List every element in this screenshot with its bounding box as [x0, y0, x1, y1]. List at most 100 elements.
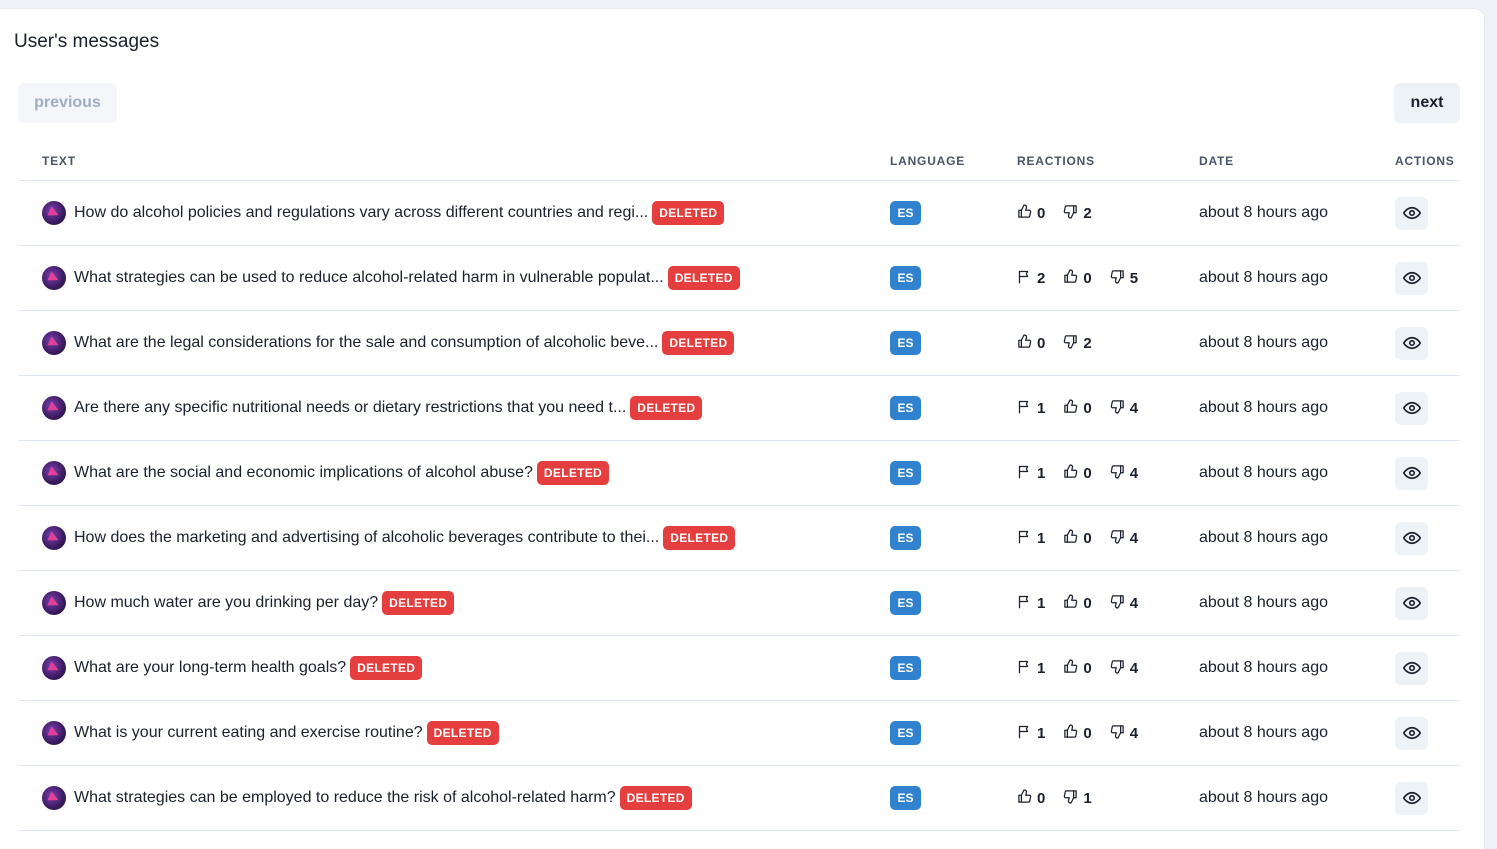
table-row[interactable]: How do alcohol policies and regulations … [18, 180, 1460, 246]
message-text[interactable]: What are your long-term health goals? [74, 659, 346, 677]
deleted-badge: DELETED [382, 591, 455, 615]
thumbs-up-icon [1063, 528, 1078, 548]
thumbs-down-count: 2 [1063, 204, 1092, 223]
eye-icon [1402, 789, 1421, 807]
cell-text: What is your current eating and exercise… [18, 700, 890, 766]
thumbs-down-count-value: 5 [1129, 269, 1139, 287]
deleted-badge: DELETED [667, 266, 740, 290]
cell-actions [1395, 700, 1460, 766]
thumbs-down-count: 4 [1110, 724, 1138, 743]
cell-text: What are the legal considerations for th… [18, 310, 890, 376]
thumbs-down-count: 2 [1063, 334, 1092, 353]
view-button[interactable] [1395, 781, 1428, 815]
message-text[interactable]: How do alcohol policies and regulations … [74, 204, 648, 222]
flag-icon [1017, 269, 1032, 288]
cell-reactions: 2 0 5 [1017, 245, 1199, 311]
eye-icon [1402, 594, 1421, 612]
cell-language: ES [890, 180, 1017, 246]
language-badge: ES [890, 201, 921, 225]
cell-language: ES [890, 245, 1017, 311]
column-header-date: DATE [1199, 141, 1395, 181]
language-badge: ES [890, 786, 921, 810]
thumbs-down-icon [1110, 269, 1125, 288]
cell-text: How much water are you drinking per day?… [18, 570, 890, 636]
table-row[interactable]: How much water are you drinking per day?… [18, 570, 1460, 636]
cell-date: about 8 hours ago [1199, 310, 1395, 376]
date-text: about 8 hours ago [1199, 659, 1328, 676]
message-text[interactable]: What are the legal considerations for th… [74, 334, 658, 352]
cell-date: about 8 hours ago [1199, 635, 1395, 701]
cell-reactions: 1 0 4 [1017, 375, 1199, 441]
eye-icon [1402, 204, 1421, 222]
thumbs-up-count: 0 [1063, 398, 1092, 418]
thumbs-up-icon [1017, 788, 1032, 808]
date-text: about 8 hours ago [1199, 594, 1328, 611]
thumbs-down-icon [1110, 724, 1125, 743]
thumbs-up-icon [1063, 463, 1078, 483]
thumbs-up-count-value: 0 [1037, 204, 1046, 222]
message-text[interactable]: What strategies can be employed to reduc… [74, 789, 616, 807]
deleted-badge: DELETED [663, 526, 736, 550]
date-text: about 8 hours ago [1199, 789, 1328, 806]
table-row[interactable]: What is your current eating and exercise… [18, 700, 1460, 766]
view-button[interactable] [1395, 586, 1428, 620]
avatar [42, 266, 66, 290]
thumbs-up-count: 0 [1063, 658, 1092, 678]
date-text: about 8 hours ago [1199, 724, 1328, 741]
view-button[interactable] [1395, 391, 1428, 425]
date-text: about 8 hours ago [1199, 464, 1328, 481]
table-row[interactable]: How does the marketing and advertising o… [18, 505, 1460, 571]
thumbs-up-count: 0 [1063, 528, 1092, 548]
view-button[interactable] [1395, 261, 1428, 295]
thumbs-down-count-value: 2 [1083, 204, 1092, 222]
deleted-badge: DELETED [619, 786, 692, 810]
message-text[interactable]: What is your current eating and exercise… [74, 724, 423, 742]
view-button[interactable] [1395, 521, 1428, 555]
next-button[interactable]: next [1394, 83, 1460, 123]
view-button[interactable] [1395, 651, 1428, 685]
message-text[interactable]: What strategies can be used to reduce al… [74, 269, 664, 287]
table-row[interactable]: What strategies can be employed to reduc… [18, 765, 1460, 831]
table-row[interactable]: What strategies can be used to reduce al… [18, 245, 1460, 311]
previous-button[interactable]: previous [18, 83, 117, 123]
thumbs-down-count-value: 1 [1083, 789, 1092, 807]
cell-reactions: 02 [1017, 310, 1199, 376]
view-button[interactable] [1395, 456, 1428, 490]
table-row[interactable]: What are the legal considerations for th… [18, 310, 1460, 376]
view-button[interactable] [1395, 326, 1428, 360]
cell-reactions: 1 0 4 [1017, 440, 1199, 506]
cell-text: What are the social and economic implica… [18, 440, 890, 506]
thumbs-down-icon [1063, 789, 1078, 808]
avatar [42, 721, 66, 745]
eye-icon [1402, 269, 1421, 287]
thumbs-down-icon [1110, 464, 1125, 483]
cell-reactions: 02 [1017, 180, 1199, 246]
table-row[interactable]: Are there any specific nutritional needs… [18, 375, 1460, 441]
flag-icon [1017, 529, 1032, 548]
date-text: about 8 hours ago [1199, 529, 1328, 546]
cell-actions [1395, 180, 1460, 246]
message-text[interactable]: What are the social and economic implica… [74, 464, 533, 482]
message-text[interactable]: How much water are you drinking per day? [74, 594, 378, 612]
table-row[interactable]: What are your long-term health goals? DE… [18, 635, 1460, 701]
eye-icon [1402, 464, 1421, 482]
avatar [42, 396, 66, 420]
cell-date: about 8 hours ago [1199, 765, 1395, 831]
thumbs-up-count: 0 [1063, 268, 1092, 288]
cell-text: How does the marketing and advertising o… [18, 505, 890, 571]
thumbs-down-icon [1110, 529, 1125, 548]
table-row[interactable]: What are the social and economic implica… [18, 440, 1460, 506]
thumbs-down-count: 4 [1110, 594, 1138, 613]
flag-count-value: 1 [1037, 659, 1046, 677]
table-header-row: TEXT LANGUAGE REACTIONS DATE ACTIONS [18, 141, 1460, 181]
language-badge: ES [890, 526, 921, 550]
view-button[interactable] [1395, 196, 1428, 230]
eye-icon [1402, 334, 1421, 352]
deleted-badge: DELETED [652, 201, 725, 225]
cell-language: ES [890, 375, 1017, 441]
flag-count: 1 [1017, 464, 1045, 483]
cell-date: about 8 hours ago [1199, 375, 1395, 441]
view-button[interactable] [1395, 716, 1428, 750]
message-text[interactable]: How does the marketing and advertising o… [74, 529, 659, 547]
message-text[interactable]: Are there any specific nutritional needs… [74, 399, 626, 417]
